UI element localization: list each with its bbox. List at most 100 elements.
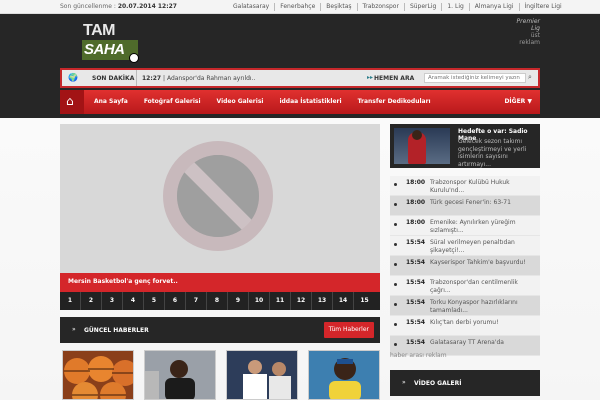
featured-story[interactable]: Hedefte o var: Sadio Mane Gelecek sezon … — [390, 124, 540, 168]
nav-item-transfer-dedikodulari[interactable]: Transfer Dedikoduları — [358, 98, 431, 105]
bullet-icon — [394, 343, 397, 346]
news-thumbnail[interactable] — [226, 350, 298, 400]
bullet-icon — [394, 283, 397, 286]
list-item[interactable]: 18:00 Trabzonspor Kulübü Hukuk Kurulu'nd.… — [390, 176, 540, 196]
inline-ad-label[interactable]: haber arası reklam — [390, 352, 447, 359]
bullet-icon — [394, 243, 397, 246]
slider-page[interactable]: 11 — [270, 292, 291, 310]
team-links: Galatasaray Fenerbahçe Beşiktaş Trabzons… — [228, 3, 567, 11]
all-news-button[interactable]: Tüm Haberler — [323, 322, 374, 338]
slider-page[interactable]: 3 — [102, 292, 123, 310]
slider-page[interactable]: 1 — [60, 292, 81, 310]
logo-text-top: TAM — [83, 22, 115, 39]
list-item[interactable]: 15:54 Trabzonspor'dan centilmenlik çağrı.… — [390, 276, 540, 296]
double-chevron-icon: ▸▸ — [367, 74, 374, 81]
latest-news-title: GÜNCEL HABERLER — [84, 327, 149, 334]
news-time: 15:54 — [406, 259, 426, 266]
list-item[interactable]: 18:00 Türk gecesi Fener'in: 63-71 — [390, 196, 540, 216]
basketballs-image — [63, 351, 133, 399]
slider-page[interactable]: 7 — [186, 292, 207, 310]
slider-page[interactable]: 12 — [291, 292, 312, 310]
news-list: 18:00 Trabzonspor Kulübü Hukuk Kurulu'nd.… — [390, 176, 540, 356]
ticker-time: 12:27 — [142, 75, 162, 82]
slider-page[interactable]: 14 — [333, 292, 354, 310]
slider-page[interactable]: 9 — [228, 292, 249, 310]
top-link-besiktas[interactable]: Beşiktaş — [321, 3, 358, 11]
nav-item-ana-sayfa[interactable]: Ana Sayfa — [94, 98, 128, 105]
header-ad-overlay: Premier Lig — [516, 18, 540, 32]
list-item[interactable]: 15:54 Torku Konyaspor hazırlıklarını tama… — [390, 296, 540, 316]
slider-page[interactable]: 5 — [144, 292, 165, 310]
breaking-news-label: SON DAKİKA — [92, 75, 135, 82]
world-map-icon: 🌍 — [68, 73, 78, 82]
top-link-1-lig[interactable]: 1. Lig — [442, 3, 470, 11]
featured-description: Gelecek sezon takımı gençleştirmeyi ve y… — [458, 138, 527, 168]
slider-page[interactable]: 2 — [81, 292, 102, 310]
slider-pagination: 1 2 3 4 5 6 7 8 9 10 11 12 13 14 15 — [60, 292, 380, 310]
top-link-trabzonspor[interactable]: Trabzonspor — [358, 3, 405, 11]
header-ad-label: üst reklam — [519, 32, 540, 46]
player-portrait-image — [309, 351, 379, 399]
last-updated-value: 20.07.2014 12:27 — [117, 3, 177, 10]
top-link-almanya-ligi[interactable]: Almanya Ligi — [470, 3, 520, 11]
no-image-icon — [163, 141, 273, 251]
slider-caption[interactable]: Mersin Basketbol'a genç forvet.. — [60, 273, 380, 292]
news-text: Süral verilmeyen penaltıdan şikayetçi!..… — [430, 239, 515, 254]
site-logo[interactable]: TAM SAHA — [80, 20, 142, 66]
news-text: Trabzonspor Kulübü Hukuk Kurulu'nd... — [430, 179, 510, 194]
nav-item-fotograf-galerisi[interactable]: Fotoğraf Galerisi — [144, 98, 201, 105]
double-chevron-icon: » — [402, 379, 406, 386]
top-link-ingiltere-ligi[interactable]: İngiltere Ligi — [520, 3, 567, 11]
nav-item-iddaa-istatistikleri[interactable]: iddaa İstatistikleri — [279, 98, 341, 105]
video-gallery-header: » VİDEO GALERİ — [390, 370, 540, 396]
list-item[interactable]: 18:00 Emenike: Aynılırken yüreğim sızlamı… — [390, 216, 540, 236]
list-item[interactable]: 15:54 Süral verilmeyen penaltıdan şikayet… — [390, 236, 540, 256]
news-time: 15:54 — [406, 239, 426, 246]
home-button[interactable]: ⌂ — [60, 90, 84, 114]
top-link-fenerbahce[interactable]: Fenerbahçe — [275, 3, 322, 11]
news-thumbnail[interactable] — [144, 350, 216, 400]
home-icon: ⌂ — [66, 94, 74, 108]
news-thumbnail[interactable] — [62, 350, 134, 400]
last-updated: Son güncellenme : 20.07.2014 12:27 — [60, 3, 177, 10]
slider-page[interactable]: 10 — [249, 292, 270, 310]
news-text: Trabzonspor'dan centilmenlik çağrı... — [430, 279, 518, 294]
list-item[interactable]: 15:54 Kılıç'tan derbi yorumu! — [390, 316, 540, 336]
news-thumbnail[interactable] — [308, 350, 380, 400]
headline-slider[interactable] — [60, 124, 380, 274]
divider — [136, 70, 137, 86]
nav-item-video-galerisi[interactable]: Video Galerisi — [217, 98, 264, 105]
news-time: 15:54 — [406, 339, 426, 346]
top-link-superlig[interactable]: SüperLig — [405, 3, 443, 11]
bullet-icon — [394, 263, 397, 266]
nav-more-dropdown[interactable]: DİĞER ▼ — [504, 98, 532, 105]
football-icon — [129, 53, 139, 63]
news-text: Kılıç'tan derbi yorumu! — [430, 319, 499, 326]
news-text: Emenike: Aynılırken yüreğim sızlamıştı..… — [430, 219, 516, 234]
latest-news-header: » GÜNCEL HABERLER Tüm Haberler — [60, 317, 380, 343]
news-time: 15:54 — [406, 319, 426, 326]
featured-player-image — [394, 128, 450, 164]
slider-page[interactable]: 15 — [354, 292, 375, 310]
news-text: Torku Konyaspor hazırlıklarını tamamladı… — [430, 299, 518, 314]
slider-page[interactable]: 13 — [312, 292, 333, 310]
player-image — [145, 351, 215, 399]
search-input[interactable] — [424, 73, 526, 83]
header-ad[interactable]: Premier Lig üst reklam — [510, 18, 540, 46]
slider-page[interactable]: 6 — [165, 292, 186, 310]
search-icon[interactable]: ⌕ — [528, 73, 532, 82]
bullet-icon — [394, 323, 397, 326]
top-link-galatasaray[interactable]: Galatasaray — [228, 3, 276, 11]
bullet-icon — [394, 223, 397, 226]
news-text: Galatasaray TT Arena'da — [430, 339, 504, 346]
players-image — [227, 351, 297, 399]
video-gallery-title: VİDEO GALERİ — [414, 380, 462, 387]
list-item[interactable]: 15:54 Kayserispor Tahkim'e başvurdu! — [390, 256, 540, 276]
news-time: 18:00 — [406, 219, 426, 226]
news-time: 18:00 — [406, 179, 426, 186]
news-ticker[interactable]: 12:27 | Adanspor'da Rahman ayrıldı.. — [142, 75, 255, 82]
bullet-icon — [394, 303, 397, 306]
slider-page[interactable]: 4 — [123, 292, 144, 310]
bullet-icon — [394, 203, 397, 206]
slider-page[interactable]: 8 — [207, 292, 228, 310]
